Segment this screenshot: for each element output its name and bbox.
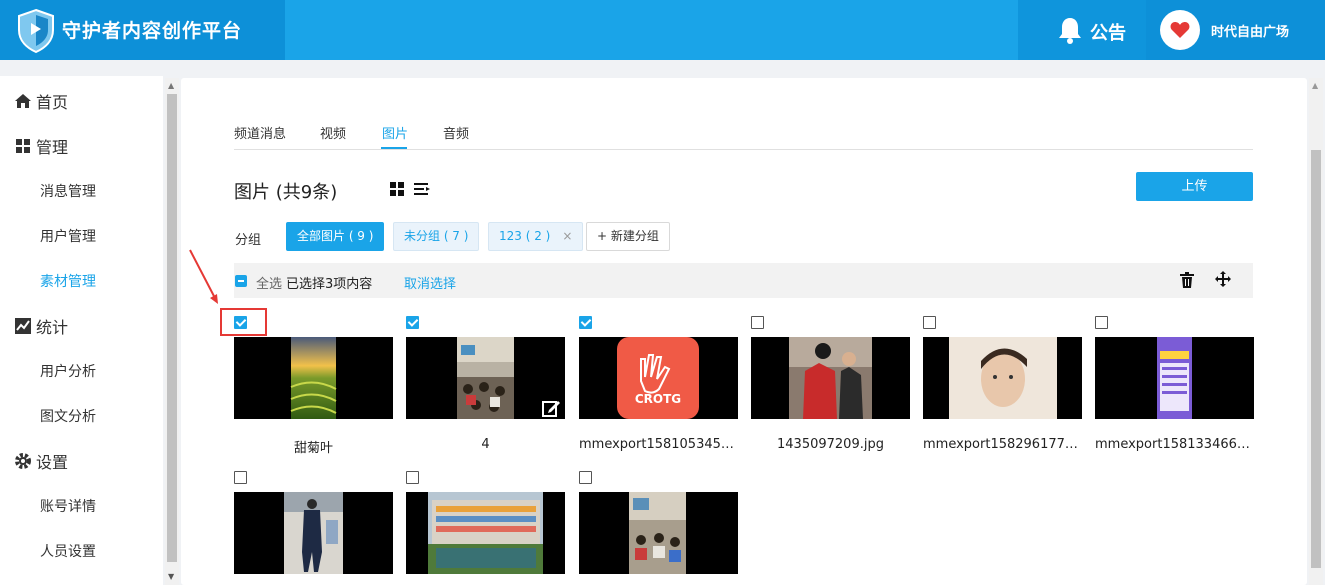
image-caption: mmexport1581053450068.jpg [579,437,738,452]
sidebar-item-user-manage[interactable]: 用户管理 [40,226,96,246]
image-thumbnail[interactable] [406,337,565,419]
image-thumbnail[interactable] [406,492,565,574]
image-caption: 甜菊叶 [293,441,333,456]
sidebar-home-label: 首页 [36,93,69,112]
crotg-logo-image: CROTG [617,337,699,419]
avatar[interactable] [1160,10,1200,50]
annotation-arrow-icon [189,249,218,304]
image-checkbox[interactable] [406,316,419,329]
image-thumbnail[interactable] [1095,337,1254,419]
image-checkbox[interactable] [234,471,247,484]
school-photo-image [428,492,543,574]
image-caption: 4 [481,437,490,452]
image-checkbox[interactable] [579,316,592,329]
move-icon[interactable] [1215,271,1231,287]
group-label: 分组 [235,233,262,248]
material-tabs: 频道消息 视频 图片 音频 [234,120,1253,150]
image-caption: mmexport1581334669450.jpg [1095,437,1254,452]
home-icon [15,94,31,108]
select-all-checkbox[interactable] [235,275,247,287]
image-thumbnail[interactable] [923,337,1082,419]
chart-icon [15,318,31,334]
list-view-icon[interactable] [414,182,430,196]
crotg-text: CROTG [635,392,681,406]
username[interactable]: 时代自由广场 [1211,21,1289,40]
image-caption: mmexport1582961776491.jpg [923,437,1082,452]
image-checkbox[interactable] [923,316,936,329]
sidebar-item-account-details[interactable]: 账号详情 [40,496,96,516]
stage-photo-image [284,492,343,574]
image-thumbnail[interactable] [751,337,910,419]
scroll-down-arrow-icon[interactable]: ▼ [168,572,174,581]
group-chip-ungrouped[interactable]: 未分组 ( 7 ) [393,222,480,251]
sidebar-item-home[interactable]: 首页 [14,89,68,113]
sidebar-item-staff-settings[interactable]: 人员设置 [40,541,96,561]
sidebar-manage-label: 管理 [36,138,69,157]
scroll-up-arrow-icon[interactable]: ▲ [168,81,174,90]
sidebar-scroll-thumb[interactable] [167,94,177,562]
notice-link[interactable]: 公告 [1090,19,1126,45]
image-caption: 1435097209.jpg [777,437,884,452]
sidebar-item-stats[interactable]: 统计 [14,314,68,338]
sidebar-item-message-manage[interactable]: 消息管理 [40,181,96,201]
trash-icon[interactable] [1180,272,1194,288]
main-scroll-thumb[interactable] [1311,150,1321,568]
sidebar-settings-label: 设置 [36,453,69,472]
image-thumbnail[interactable] [234,492,393,574]
sidebar-item-manage[interactable]: 管理 [14,134,68,158]
edit-icon[interactable] [542,399,560,417]
image-thumbnail[interactable] [234,337,393,419]
main-scroll-up-arrow-icon[interactable]: ▲ [1312,81,1318,90]
remove-group-icon[interactable]: × [562,229,572,243]
group-chip-all[interactable]: 全部图片 ( 9 ) [286,222,385,251]
image-thumbnail[interactable] [579,492,738,574]
image-checkbox[interactable] [406,471,419,484]
selected-count: 已选择3项内容 [286,277,373,292]
sidebar-item-article-analysis[interactable]: 图文分析 [40,406,96,426]
people-photo-image [789,337,872,419]
page-title: 图片 (共9条) [234,182,338,203]
group-chip-123-label: 123 ( 2 ) [499,229,551,243]
select-all-label[interactable]: 全选 [256,273,282,292]
grid-view-icon[interactable] [390,182,404,196]
sidebar-item-user-analysis[interactable]: 用户分析 [40,361,96,381]
class-photo-image [629,492,686,574]
group-chip-123[interactable]: 123 ( 2 ) × [488,222,584,251]
tab-audio[interactable]: 音频 [443,123,469,142]
portrait-photo-image [949,337,1057,419]
heart-icon [1170,22,1190,38]
image-checkbox[interactable] [1095,316,1108,329]
annotation-highlight-box [220,308,267,336]
image-checkbox[interactable] [751,316,764,329]
bell-icon[interactable] [1057,16,1083,44]
poster-image [1157,337,1192,419]
main-scrollbar[interactable]: ▲ [1309,78,1323,585]
sidebar-item-settings[interactable]: 设置 [14,449,68,473]
upload-button[interactable]: 上传 [1136,172,1253,201]
image-thumbnail[interactable]: CROTG [579,337,738,419]
app-title: 守护者内容创作平台 [62,20,243,42]
shield-logo-icon[interactable] [16,8,56,54]
sidebar-stats-label: 统计 [36,318,69,337]
gear-icon [15,453,31,469]
active-tab-indicator [381,147,407,149]
sidebar-scrollbar[interactable]: ▲ ▼ [165,78,179,585]
tab-channel-messages[interactable]: 频道消息 [234,123,286,142]
selection-bar: 全选 已选择3项内容 取消选择 [234,263,1253,298]
cancel-selection-link[interactable]: 取消选择 [404,273,456,292]
image-checkbox[interactable] [579,471,592,484]
tab-images[interactable]: 图片 [382,123,408,142]
sidebar-item-material-manage[interactable]: 素材管理 [40,271,96,291]
new-group-button[interactable]: + 新建分组 [586,222,670,251]
tab-video[interactable]: 视频 [320,123,346,142]
grid-icon [16,139,30,153]
field-photo-image [290,337,337,419]
